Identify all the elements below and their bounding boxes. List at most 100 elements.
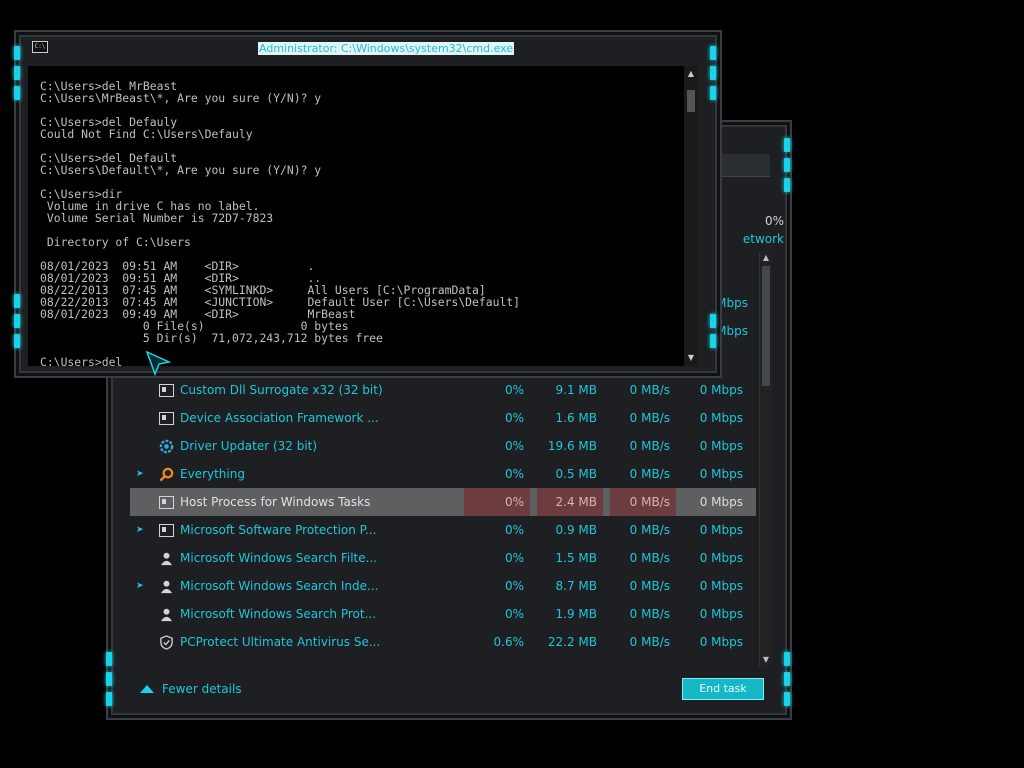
- shield-icon: [158, 634, 174, 650]
- user-icon: [158, 606, 174, 622]
- process-disk: 0 MB/s: [629, 439, 670, 453]
- window-icon: [158, 410, 174, 426]
- process-cpu: 0%: [504, 579, 524, 593]
- process-name: PCProtect Ultimate Antivirus Se...: [180, 635, 381, 649]
- process-row[interactable]: PCProtect Ultimate Antivirus Se... 0.6% 22…: [130, 628, 756, 656]
- cmd-icon: C:\: [32, 41, 48, 53]
- user-icon: [158, 550, 174, 566]
- window-icon: [158, 494, 174, 510]
- process-row[interactable]: Driver Updater (32 bit) 0% 19.6 MB 0 MB/s 0 …: [130, 432, 756, 460]
- frame-accent: [106, 652, 112, 666]
- expand-chevron-icon[interactable]: ➤: [136, 581, 146, 591]
- process-cpu: 0%: [504, 607, 524, 621]
- console-text: C:\Users>del MrBeast C:\Users\MrBeast\*,…: [40, 79, 521, 366]
- frame-accent: [14, 294, 20, 308]
- process-network: 0 Mbps: [699, 411, 743, 425]
- process-name: Microsoft Windows Search Inde...: [180, 579, 379, 593]
- mouse-cursor-icon: [145, 350, 172, 377]
- process-memory: 1.6 MB: [555, 411, 597, 425]
- header-cpu-percent: 0%: [764, 214, 784, 228]
- process-name: Everything: [180, 467, 245, 481]
- process-row[interactable]: ➤ Microsoft Windows Search Inde... 0% 8.7 M…: [130, 572, 756, 600]
- process-network: 0 Mbps: [699, 439, 743, 453]
- frame-accent: [784, 672, 790, 686]
- process-network: 0 Mbps: [699, 467, 743, 481]
- frame-accent: [784, 158, 790, 172]
- process-memory: 22.2 MB: [547, 635, 597, 649]
- arrow-up-icon: [140, 685, 154, 693]
- cmd-scrollbar[interactable]: ▲ ▼: [684, 66, 698, 366]
- scroll-down-icon[interactable]: ▼: [684, 352, 698, 364]
- process-cpu: 0%: [504, 439, 524, 453]
- window-icon: [158, 522, 174, 538]
- process-list-scrollbar[interactable]: ▲ ▼: [759, 252, 772, 666]
- scroll-thumb[interactable]: [687, 90, 695, 112]
- process-network: 0 Mbps: [699, 523, 743, 537]
- process-disk: 0 MB/s: [629, 607, 670, 621]
- expand-chevron-icon[interactable]: ➤: [136, 469, 146, 479]
- process-name: Microsoft Windows Search Prot...: [180, 607, 377, 621]
- scroll-thumb[interactable]: [762, 266, 770, 386]
- process-row[interactable]: Custom Dll Surrogate x32 (32 bit) 0% 9.1 M…: [130, 376, 756, 404]
- process-memory: 0.5 MB: [555, 467, 597, 481]
- process-disk: 0 MB/s: [610, 488, 676, 516]
- frame-accent: [784, 178, 790, 192]
- process-disk: 0 MB/s: [629, 383, 670, 397]
- process-network: 0 Mbps: [699, 635, 743, 649]
- process-row[interactable]: Device Association Framework ... 0% 1.6 MB…: [130, 404, 756, 432]
- process-cpu: 0%: [504, 523, 524, 537]
- scroll-up-icon[interactable]: ▲: [684, 68, 698, 80]
- process-row[interactable]: ➤ Everything 0% 0.5 MB 0 MB/s 0 Mbps: [130, 460, 756, 488]
- frame-accent: [784, 652, 790, 666]
- fewer-details-link[interactable]: Fewer details: [140, 682, 242, 696]
- frame-accent: [14, 66, 20, 80]
- magnifier-icon: [158, 466, 174, 482]
- frame-accent: [710, 66, 716, 80]
- process-memory: 2.4 MB: [537, 488, 603, 516]
- scroll-up-icon[interactable]: ▲: [760, 252, 772, 264]
- process-network: 0 Mbps: [699, 579, 743, 593]
- process-memory: 8.7 MB: [555, 579, 597, 593]
- frame-accent: [14, 86, 20, 100]
- frame-accent: [106, 672, 112, 686]
- frame-accent: [710, 314, 716, 328]
- fewer-details-label: Fewer details: [162, 682, 242, 696]
- scroll-down-icon[interactable]: ▼: [760, 654, 772, 666]
- frame-accent: [710, 334, 716, 348]
- process-name: Microsoft Windows Search Filte...: [180, 551, 378, 565]
- process-network: 0 Mbps: [699, 383, 743, 397]
- process-cpu: 0%: [504, 383, 524, 397]
- process-cpu: 0%: [504, 467, 524, 481]
- process-name: Microsoft Software Protection P...: [180, 523, 377, 537]
- process-row[interactable]: ➤ Microsoft Software Protection P... 0% 0.9…: [130, 516, 756, 544]
- process-memory: 0.9 MB: [555, 523, 597, 537]
- cmd-window: C:\ Administrator: C:\Windows\system32\c…: [14, 30, 722, 378]
- end-task-button[interactable]: End task: [682, 678, 764, 700]
- console-output[interactable]: C:\Users>del MrBeast C:\Users\MrBeast\*,…: [28, 66, 684, 366]
- process-memory: 1.9 MB: [555, 607, 597, 621]
- process-row[interactable]: Microsoft Windows Search Prot... 0% 1.9 MB…: [130, 600, 756, 628]
- process-row[interactable]: Host Process for Windows Tasks 0% 2.4 MB 0 …: [130, 488, 756, 516]
- process-disk: 0 MB/s: [629, 579, 670, 593]
- frame-accent: [106, 692, 112, 706]
- process-memory: 1.5 MB: [555, 551, 597, 565]
- process-disk: 0 MB/s: [629, 411, 670, 425]
- process-disk: 0 MB/s: [629, 635, 670, 649]
- process-cpu: 0%: [504, 551, 524, 565]
- cmd-window-title: Administrator: C:\Windows\system32\cmd.e…: [258, 42, 515, 55]
- process-cpu: 0%: [464, 488, 530, 516]
- process-memory: 19.6 MB: [547, 439, 597, 453]
- process-disk: 0 MB/s: [629, 523, 670, 537]
- process-name: Host Process for Windows Tasks: [180, 495, 371, 509]
- process-name: Driver Updater (32 bit): [180, 439, 318, 453]
- expand-chevron-icon[interactable]: ➤: [136, 525, 146, 535]
- process-row[interactable]: Microsoft Windows Search Filte... 0% 1.5 M…: [130, 544, 756, 572]
- process-cpu: 0%: [504, 411, 524, 425]
- process-disk: 0 MB/s: [629, 467, 670, 481]
- frame-accent: [784, 138, 790, 152]
- frame-accent: [784, 692, 790, 706]
- process-disk: 0 MB/s: [629, 551, 670, 565]
- user-icon: [158, 578, 174, 594]
- process-list: Custom Dll Surrogate x32 (32 bit) 0% 9.1 M…: [130, 376, 756, 656]
- frame-accent: [710, 46, 716, 60]
